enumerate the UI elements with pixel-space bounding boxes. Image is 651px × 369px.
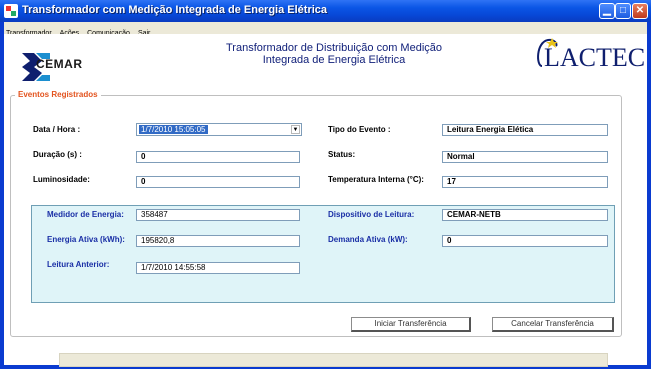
datetime-selected: 1/7/2010 15:05:05: [139, 125, 208, 134]
menu-bar: TransformadorAçõesComunicaçãoSair: [4, 22, 647, 37]
start-transfer-button[interactable]: Iniciar Transferência: [351, 317, 471, 332]
datetime-select[interactable]: 1/7/2010 15:05:05 ▼: [136, 123, 302, 136]
application-window: Transformador com Medição Integrada de E…: [0, 0, 651, 369]
meter-label: Medidor de Energia:: [47, 210, 124, 219]
event-type-label: Tipo do Evento :: [328, 125, 391, 134]
luminosity-field[interactable]: 0: [136, 176, 300, 188]
cemar-logo-text: CEMAR: [36, 57, 83, 71]
window-title: Transformador com Medição Integrada de E…: [22, 4, 328, 16]
duration-label: Duração (s) :: [33, 150, 82, 159]
title-bar[interactable]: Transformador com Medição Integrada de E…: [0, 0, 651, 22]
maximize-button[interactable]: □: [615, 3, 631, 19]
temperature-field[interactable]: 17: [442, 176, 608, 188]
temperature-label: Temperatura Interna (°C):: [328, 175, 424, 184]
demand-label: Demanda Ativa (kW):: [328, 235, 408, 244]
page-title-line2: Integrada de Energia Elétrica: [262, 54, 406, 66]
duration-field[interactable]: 0: [136, 151, 300, 163]
main-panel: CEMAR Transformador de Distribuição com …: [4, 34, 647, 365]
device-label: Dispositivo de Leitura:: [328, 210, 415, 219]
demand-field[interactable]: 0: [442, 235, 608, 247]
meter-field[interactable]: 358487: [136, 209, 300, 221]
page-title-line1: Transformador de Distribuição com Mediçã…: [225, 42, 442, 54]
lactec-logo-text: LACTEC: [544, 43, 644, 72]
status-bar: [59, 353, 608, 367]
chevron-down-icon[interactable]: ▼: [291, 125, 300, 134]
active-energy-label: Energia Ativa (kWh):: [47, 235, 125, 244]
luminosity-label: Luminosidade:: [33, 175, 90, 184]
status-field[interactable]: Normal: [442, 151, 608, 163]
minimize-button[interactable]: ▁: [599, 3, 615, 19]
events-legend: Eventos Registrados: [15, 90, 101, 99]
previous-reading-label: Leitura Anterior:: [47, 260, 110, 269]
previous-reading-field[interactable]: 1/7/2010 14:55:58: [136, 262, 300, 274]
device-field[interactable]: CEMAR-NETB: [442, 209, 608, 221]
cancel-transfer-button[interactable]: Cancelar Transferência: [492, 317, 614, 332]
event-type-field[interactable]: Leitura Energia Elética: [442, 124, 608, 136]
status-label: Status:: [328, 150, 356, 159]
active-energy-field[interactable]: 195820,8: [136, 235, 300, 247]
app-icon: [4, 4, 18, 18]
page-title: Transformador de Distribuição com Mediçã…: [204, 42, 464, 66]
close-button[interactable]: ✕: [632, 3, 648, 19]
datetime-label: Data / Hora :: [33, 125, 81, 134]
lactec-logo: LACTEC: [537, 38, 644, 72]
